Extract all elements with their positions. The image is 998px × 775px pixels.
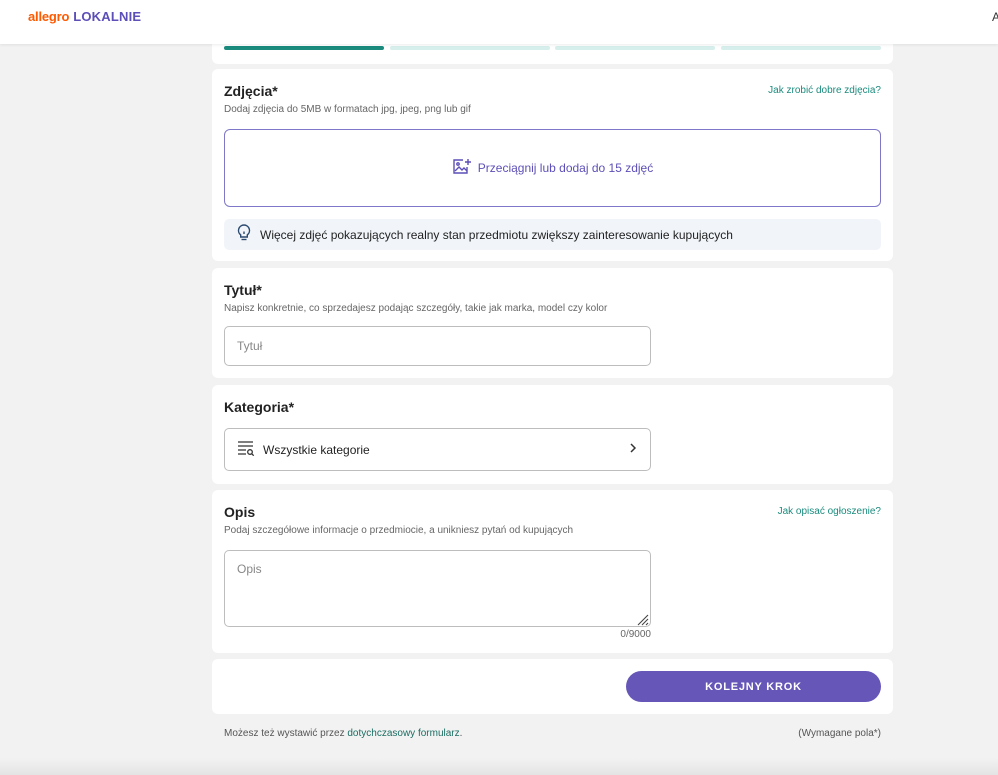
photos-help-link[interactable]: Jak zrobić dobre zdjęcia? <box>768 85 881 96</box>
photos-subtitle: Dodaj zdjęcia do 5MB w formatach jpg, jp… <box>224 104 471 115</box>
legacy-form-link[interactable]: dotychczasowy formularz <box>347 728 459 739</box>
next-step-button[interactable]: KOLEJNY KROK <box>626 671 881 702</box>
description-counter: 0/9000 <box>620 629 651 640</box>
topbar-edge-text: A <box>991 10 998 24</box>
photo-dropzone[interactable]: Przeciągnij lub dodaj do 15 zdjęć <box>224 129 881 207</box>
photo-tip: Więcej zdjęć pokazujących realny stan pr… <box>224 219 881 250</box>
title-input[interactable] <box>224 326 651 366</box>
tip-text: Więcej zdjęć pokazujących realny stan pr… <box>260 227 733 242</box>
footer-prefix: Możesz też wystawić przez <box>224 728 348 739</box>
actions-section: KOLEJNY KROK <box>212 659 893 714</box>
chevron-right-icon <box>628 442 638 457</box>
photos-title: Zdjęcia* <box>224 83 278 99</box>
description-heading: Opis <box>224 504 256 520</box>
lightbulb-icon <box>236 224 252 245</box>
dropzone-label: Przeciągnij lub dodaj do 15 zdjęć <box>477 161 654 175</box>
bottom-band <box>0 758 998 775</box>
progress-step-4 <box>721 46 881 50</box>
title-heading: Tytuł* <box>224 282 262 298</box>
description-section: Opis Jak opisać ogłoszenie? Podaj szczeg… <box>212 490 893 653</box>
description-help-link[interactable]: Jak opisać ogłoszenie? <box>778 506 881 517</box>
category-select-label: Wszystkie kategorie <box>263 442 370 457</box>
progress-step-2 <box>390 46 550 50</box>
photos-section: Zdjęcia* Jak zrobić dobre zdjęcia? Dodaj… <box>212 69 893 261</box>
logo[interactable]: allegro LOKALNIE <box>28 9 141 24</box>
title-section: Tytuł* Napisz konkretnie, co sprzedajesz… <box>212 268 893 378</box>
category-search-icon <box>237 440 255 459</box>
top-bar: allegro LOKALNIE A <box>0 0 998 44</box>
category-heading: Kategoria* <box>224 399 295 415</box>
description-subtitle: Podaj szczegółowe informacje o przedmioc… <box>224 525 574 536</box>
footer-note: Możesz też wystawić przez dotychczasowy … <box>224 728 462 739</box>
image-add-icon <box>452 158 472 179</box>
footer-suffix: . <box>459 728 463 739</box>
category-section: Kategoria* Wszystkie kategorie <box>212 385 893 484</box>
logo-allegro: allegro <box>28 9 70 24</box>
required-fields-note: (Wymagane pola*) <box>798 728 881 739</box>
title-subtitle: Napisz konkretnie, co sprzedajesz podają… <box>224 303 608 314</box>
logo-lokalnie: LOKALNIE <box>73 9 142 24</box>
category-select[interactable]: Wszystkie kategorie <box>224 428 651 471</box>
description-textarea[interactable] <box>224 550 651 627</box>
progress-step-3 <box>555 46 715 50</box>
progress-step-1 <box>224 46 384 50</box>
